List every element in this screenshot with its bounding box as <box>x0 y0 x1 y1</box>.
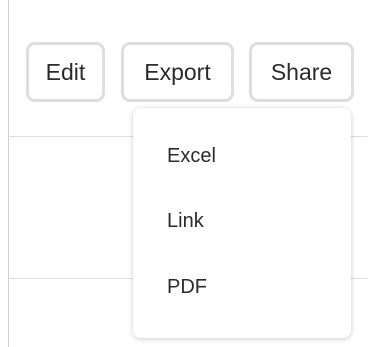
export-button[interactable]: Export <box>121 42 234 102</box>
share-button[interactable]: Share <box>249 42 354 102</box>
menu-item-excel[interactable]: Excel <box>167 145 216 168</box>
edit-button[interactable]: Edit <box>26 42 105 102</box>
menu-item-link[interactable]: Link <box>167 210 204 233</box>
app-frame: Edit Export Share Excel Link PDF <box>0 0 368 347</box>
export-dropdown-menu: Excel Link PDF <box>133 108 351 338</box>
panel-left-border <box>8 0 9 347</box>
menu-item-pdf[interactable]: PDF <box>167 276 207 299</box>
